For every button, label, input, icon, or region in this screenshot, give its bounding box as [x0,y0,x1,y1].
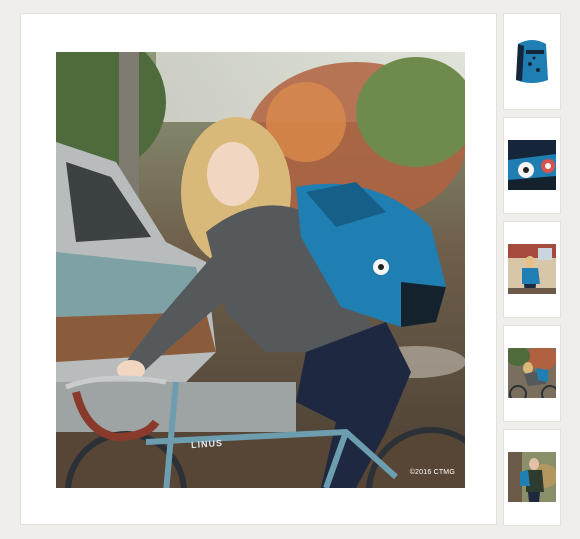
thumbnail-image [508,140,556,190]
thumbnail-4[interactable] [503,325,561,422]
thumbnail-image [508,452,556,502]
thumbnail-image [508,36,556,86]
thumbnail-2[interactable] [503,117,561,214]
thumbnail-image [508,348,556,398]
copyright-text: ©2016 CTMG [409,469,455,476]
thumbnail-1[interactable] [503,13,561,110]
main-product-photo[interactable]: LINUS ©2016 CTMG [56,52,465,488]
photo-illustration [56,52,465,488]
main-image-card: LINUS ©2016 CTMG [20,13,497,525]
thumbnail-image [508,244,556,294]
thumbnail-5[interactable] [503,429,561,526]
thumbnail-3[interactable] [503,221,561,318]
